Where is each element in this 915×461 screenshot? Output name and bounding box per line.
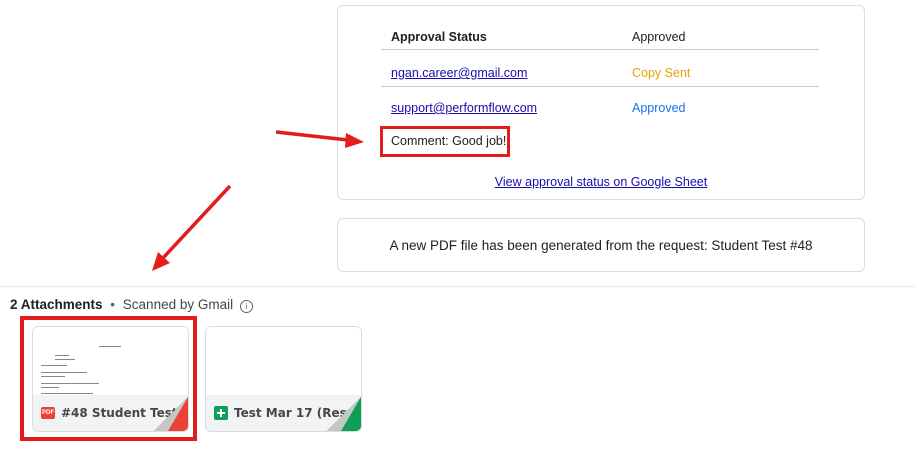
annotation-arrows xyxy=(152,130,364,271)
arrow-to-comment-icon xyxy=(275,130,364,148)
arrow-to-attachment-icon xyxy=(152,184,232,271)
